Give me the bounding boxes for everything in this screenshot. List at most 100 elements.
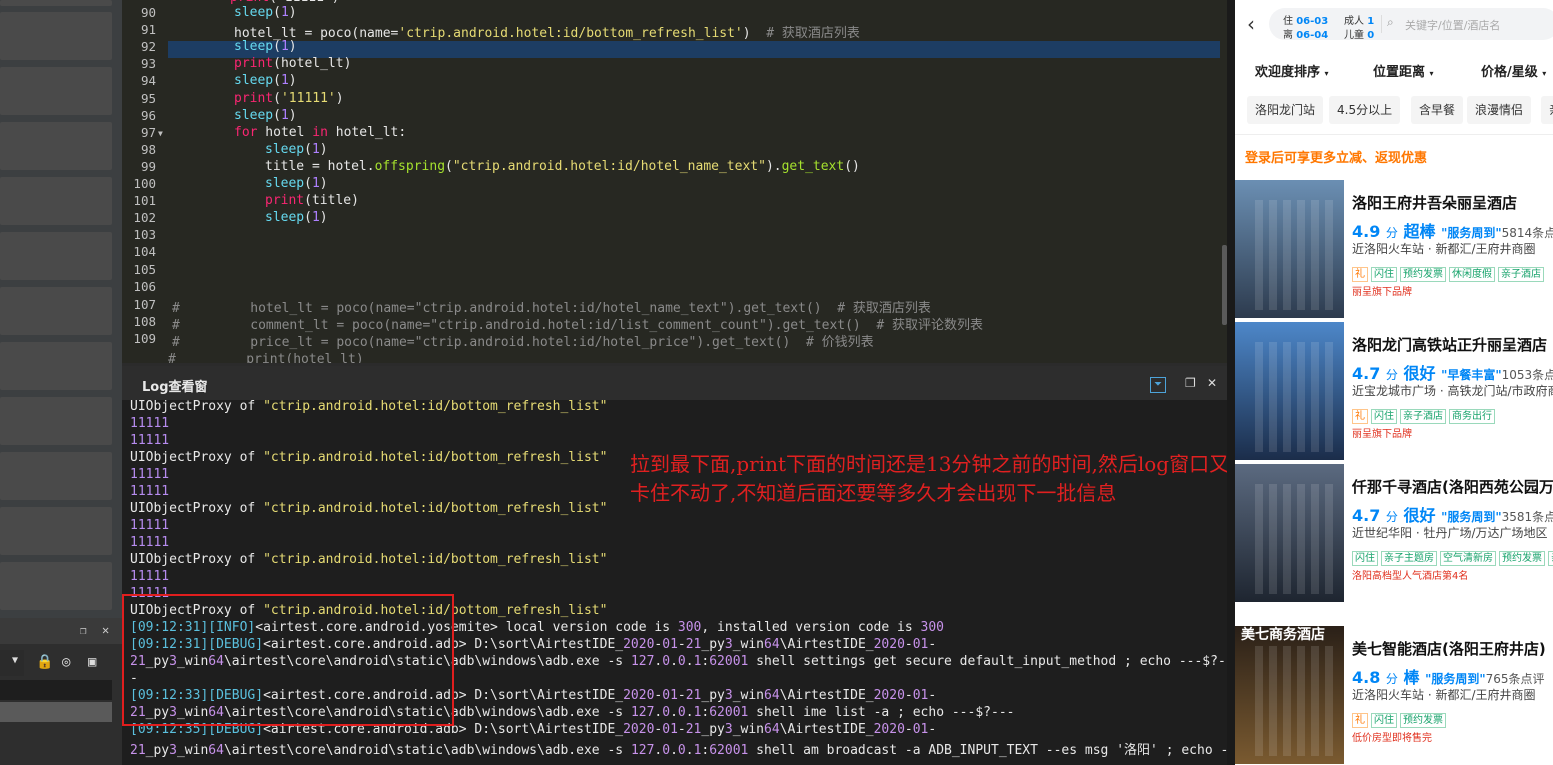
panel-thumb[interactable] bbox=[0, 452, 112, 500]
hotel-name[interactable]: 洛阳王府井吾朵丽呈酒店 bbox=[1352, 192, 1517, 213]
code-line: sleep(1) bbox=[265, 210, 328, 226]
device-panel-header: ❐ ✕ bbox=[0, 618, 122, 644]
filter-chip[interactable]: 浪漫情侣 bbox=[1467, 96, 1532, 124]
code-line: # price_lt = poco(name="ctrip.android.ho… bbox=[172, 335, 874, 351]
lock-icon[interactable]: 🔒 bbox=[36, 654, 53, 670]
line-number: 99 bbox=[140, 158, 156, 174]
search-box[interactable]: 住 06-03 离 06-04 成人 1 儿童 0 ⌕ 关键字/位置/酒店名 bbox=[1269, 8, 1553, 41]
chevron-down-icon: ▾ bbox=[1324, 69, 1329, 78]
hotel-card[interactable]: 美七商务酒店 美七智能酒店(洛阳王府井店) 4.8 分 棒 "服务周到"765条点评… bbox=[1235, 626, 1553, 765]
panel-thumb[interactable] bbox=[0, 232, 112, 280]
sort-price[interactable]: 价格/星级 ▾ bbox=[1481, 61, 1546, 80]
chevron-down-icon: ▼ bbox=[12, 655, 19, 666]
hotel-tag: 预约发票 bbox=[1400, 267, 1446, 282]
selected-bar[interactable] bbox=[0, 702, 112, 722]
hotel-score: 4.9 分 超棒 "服务周到"5814条点评 bbox=[1352, 222, 1553, 241]
separator bbox=[1381, 15, 1382, 33]
panel-thumb[interactable] bbox=[0, 562, 112, 610]
log-print-line: 11111 bbox=[130, 467, 170, 482]
search-icon: ⌕ bbox=[1387, 15, 1394, 29]
code-editor[interactable]: print('11111') 90 sleep(1) 91 hotel_lt = po… bbox=[122, 0, 1227, 363]
hotel-photo[interactable] bbox=[1235, 180, 1344, 318]
filter-chip[interactable]: 亲 bbox=[1541, 96, 1553, 124]
checkin-date[interactable]: 住 06-03 bbox=[1283, 12, 1328, 27]
hotel-brand-note: 洛阳高档型人气酒店第4名 bbox=[1352, 571, 1469, 582]
line-number: 106 bbox=[133, 278, 156, 294]
hotel-brand-note: 低价房型即将售完 bbox=[1352, 733, 1432, 744]
hotel-card[interactable]: 洛阳龙门高铁站正升丽呈酒店 4.7 分 很好 "早餐丰富"1053条点评近宝龙城市… bbox=[1235, 322, 1553, 462]
log-header: Log查看窗 ⏷ ❐ ✕ bbox=[122, 366, 1227, 400]
dropdown[interactable]: ▼ bbox=[0, 650, 24, 676]
filter-icon[interactable]: ⏷ bbox=[1150, 377, 1166, 393]
hotel-card[interactable]: 仟那千寻酒店(洛阳西苑公园万 4.7 分 很好 "服务周到"3581条点评近世纪华… bbox=[1235, 464, 1553, 604]
log-print-line: 11111 bbox=[130, 518, 170, 533]
search-header: ‹ 住 06-03 离 06-04 成人 1 儿童 0 ⌕ 关键字/位置/酒店名 bbox=[1235, 0, 1553, 48]
restore-icon[interactable]: ❐ bbox=[80, 624, 87, 637]
hotel-tag: 预约发票 bbox=[1499, 551, 1545, 566]
hotel-tag: 商务出行 bbox=[1449, 409, 1495, 424]
child-count[interactable]: 儿童 0 bbox=[1344, 26, 1374, 41]
code-line: print(title) bbox=[265, 193, 359, 209]
hotel-photo[interactable] bbox=[1235, 322, 1344, 460]
sort-distance[interactable]: 位置距离 ▾ bbox=[1373, 61, 1434, 80]
input-bar[interactable] bbox=[0, 680, 112, 700]
log-entry: 21_py3_win64\airtest\core\android\static… bbox=[130, 743, 1227, 758]
panel-thumb[interactable] bbox=[0, 342, 112, 390]
divider bbox=[1227, 0, 1235, 765]
hotel-score: 4.7 分 很好 "服务周到"3581条点评 bbox=[1352, 506, 1553, 525]
record-icon[interactable]: ◎ bbox=[62, 654, 70, 670]
hotel-tag: 亲子酒店 bbox=[1400, 409, 1446, 424]
hotel-tag: 亲子主题房 bbox=[1381, 551, 1437, 566]
chevron-down-icon: ▾ bbox=[1542, 69, 1547, 78]
line-number: 104 bbox=[133, 244, 156, 260]
code-line: print('11111') bbox=[234, 90, 344, 106]
filter-chip[interactable]: 含早餐 bbox=[1411, 96, 1464, 124]
line-number: 108 bbox=[133, 314, 156, 330]
code-line: sleep(1) bbox=[234, 73, 297, 89]
fold-icon[interactable]: ▼ bbox=[158, 129, 163, 138]
log-print-line: 11111 bbox=[130, 433, 170, 448]
panel-thumb[interactable] bbox=[0, 12, 112, 60]
checkout-date[interactable]: 离 06-04 bbox=[1283, 26, 1328, 41]
hotel-name[interactable]: 洛阳龙门高铁站正升丽呈酒店 bbox=[1352, 334, 1547, 355]
panel-thumb[interactable] bbox=[0, 0, 112, 6]
panel-thumb[interactable] bbox=[0, 67, 112, 115]
filter-chip[interactable]: 4.5分以上 bbox=[1329, 96, 1401, 124]
hotel-location: 近洛阳火车站 · 新都汇/王府井商圈 bbox=[1352, 242, 1536, 256]
phone-screen: ‹ 住 06-03 离 06-04 成人 1 儿童 0 ⌕ 关键字/位置/酒店名… bbox=[1235, 0, 1553, 765]
highlight-box bbox=[122, 594, 454, 726]
hotel-name[interactable]: 美七智能酒店(洛阳王府井店) bbox=[1352, 638, 1546, 659]
code-line: title = hotel.offspring("ctrip.android.h… bbox=[265, 158, 860, 174]
hotel-card[interactable]: 洛阳王府井吾朵丽呈酒店 4.9 分 超棒 "服务周到"5814条点评近洛阳火车站 … bbox=[1235, 180, 1553, 320]
hotel-photo[interactable] bbox=[1235, 464, 1344, 602]
login-banner[interactable]: 登录后可享更多立减、返现优惠 bbox=[1245, 147, 1427, 166]
panel-thumb[interactable] bbox=[0, 122, 112, 170]
close-icon[interactable]: ✕ bbox=[1207, 376, 1217, 390]
adult-count[interactable]: 成人 1 bbox=[1344, 12, 1374, 27]
code-line: sleep(1) bbox=[265, 176, 328, 191]
search-input[interactable]: 关键字/位置/酒店名 bbox=[1405, 17, 1500, 33]
hotel-tags: 礼闪住 亲子酒店 商务出行 bbox=[1352, 404, 1498, 424]
restore-icon[interactable]: ❐ bbox=[1185, 376, 1196, 390]
chevron-down-icon: ▾ bbox=[1429, 69, 1434, 78]
hotel-tags: 礼闪住 预约发票 bbox=[1352, 708, 1449, 728]
close-icon[interactable]: ✕ bbox=[102, 623, 109, 637]
log-proxy-line: UIObjectProxy of "ctrip.android.hotel:id… bbox=[130, 450, 608, 465]
hotel-tag: 亲子酒店 bbox=[1498, 267, 1544, 282]
hotel-tag: 礼 bbox=[1352, 713, 1368, 728]
hotel-tag: 预约发票 bbox=[1400, 713, 1446, 728]
filter-chip[interactable]: 洛阳龙门站 bbox=[1247, 96, 1324, 124]
panel-thumb[interactable] bbox=[0, 287, 112, 335]
panel-thumb[interactable] bbox=[0, 507, 112, 555]
hotel-name[interactable]: 仟那千寻酒店(洛阳西苑公园万 bbox=[1352, 476, 1553, 497]
hotel-photo[interactable]: 美七商务酒店 bbox=[1235, 626, 1344, 764]
code-line: print(hotel_lt) bbox=[234, 56, 352, 72]
panel-thumb[interactable] bbox=[0, 177, 112, 225]
line-number: 102 bbox=[133, 210, 156, 226]
sort-bar: 欢迎度排序 ▾ 位置距离 ▾ 价格/星级 ▾ bbox=[1235, 52, 1553, 88]
back-icon[interactable]: ‹ bbox=[1247, 12, 1255, 36]
hotel-tag: 空气清新房 bbox=[1440, 551, 1496, 566]
panel-thumb[interactable] bbox=[0, 397, 112, 445]
sort-popularity[interactable]: 欢迎度排序 ▾ bbox=[1255, 61, 1329, 80]
camera-icon[interactable]: ▣ bbox=[88, 654, 96, 670]
